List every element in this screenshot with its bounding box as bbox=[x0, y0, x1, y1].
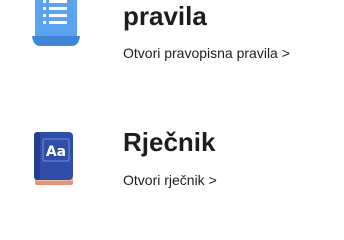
page: pravila Otvori pravopisna pravila > Aa R… bbox=[0, 0, 344, 230]
open-rules-link[interactable]: Otvori pravopisna pravila > bbox=[123, 46, 290, 60]
dictionary-icon-text: Aa bbox=[46, 144, 66, 160]
dictionary-card[interactable]: Aa Rječnik Otvori rječnik > bbox=[0, 118, 344, 230]
open-dictionary-link[interactable]: Otvori rječnik > bbox=[123, 173, 217, 187]
dictionary-book-icon: Aa bbox=[31, 132, 75, 186]
document-list-icon bbox=[31, 0, 81, 48]
dictionary-title: Rječnik bbox=[123, 127, 216, 157]
rules-title: pravila bbox=[123, 1, 207, 31]
rules-card[interactable]: pravila Otvori pravopisna pravila > bbox=[0, 0, 344, 100]
